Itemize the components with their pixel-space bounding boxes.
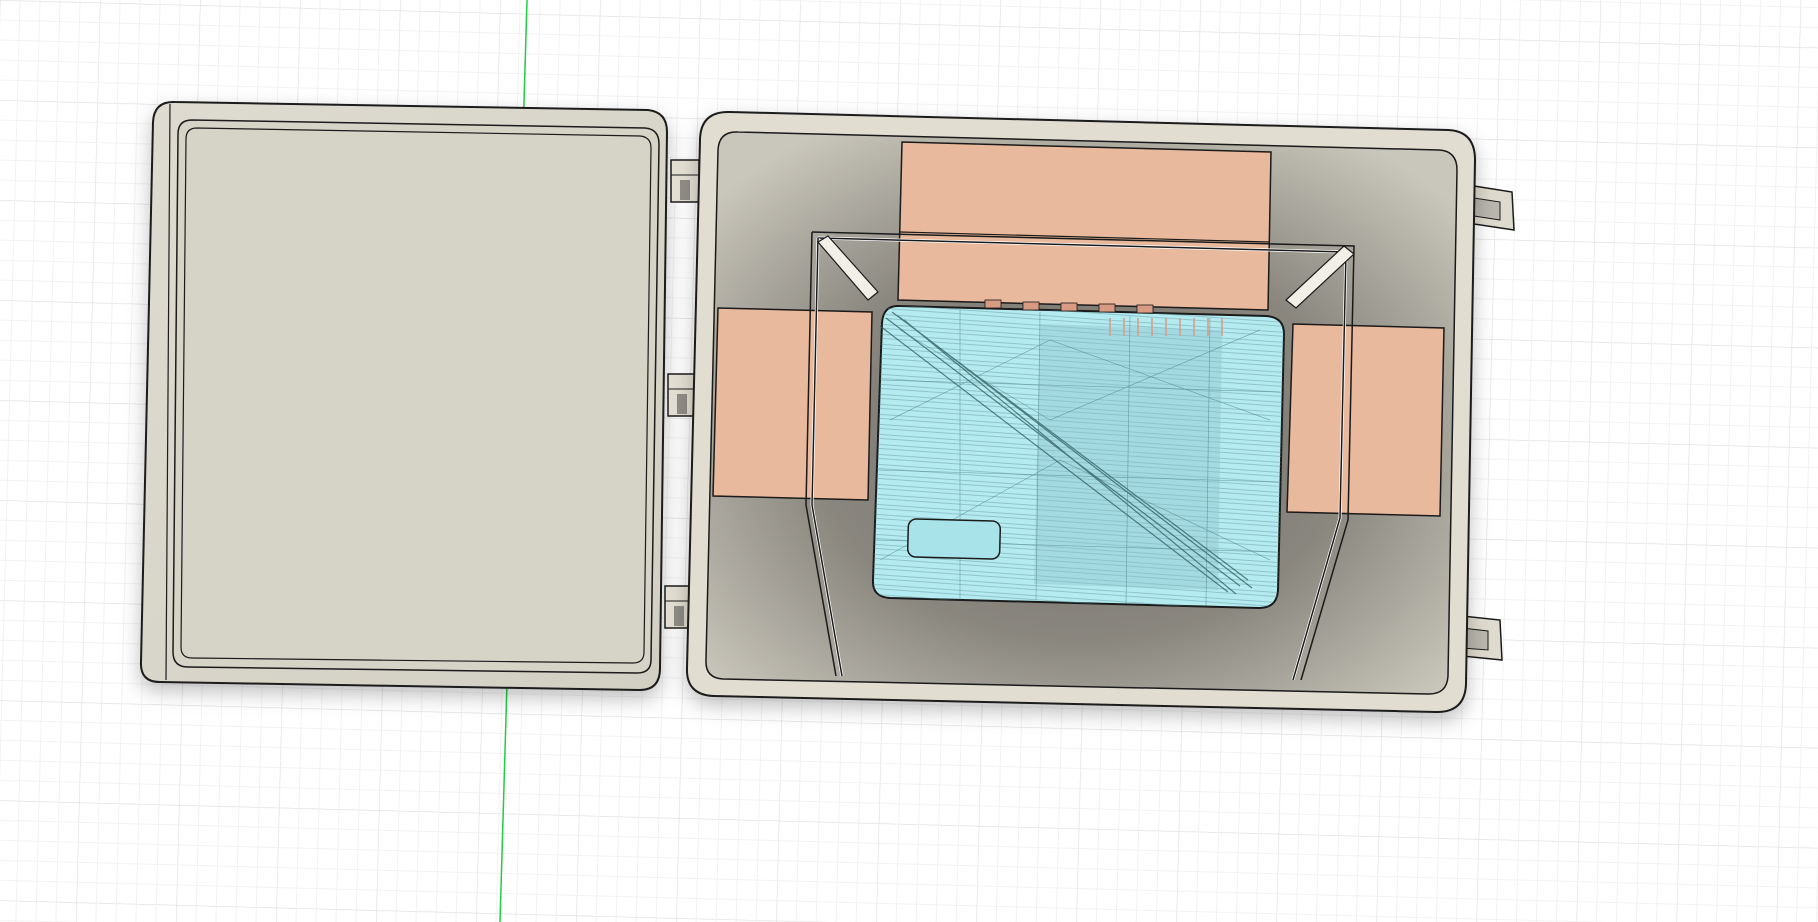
model-canvas[interactable] — [0, 0, 1818, 922]
pad-top — [897, 141, 1272, 311]
pad-left — [712, 307, 873, 501]
device-button — [906, 518, 1002, 560]
hinge-top — [670, 159, 700, 203]
pad-right — [1286, 323, 1445, 517]
hinge-middle — [667, 373, 697, 417]
tab-top — [1473, 185, 1515, 231]
device-body[interactable] — [871, 299, 1286, 610]
cad-viewport[interactable] — [0, 0, 1818, 922]
lid-panel[interactable] — [139, 100, 669, 692]
